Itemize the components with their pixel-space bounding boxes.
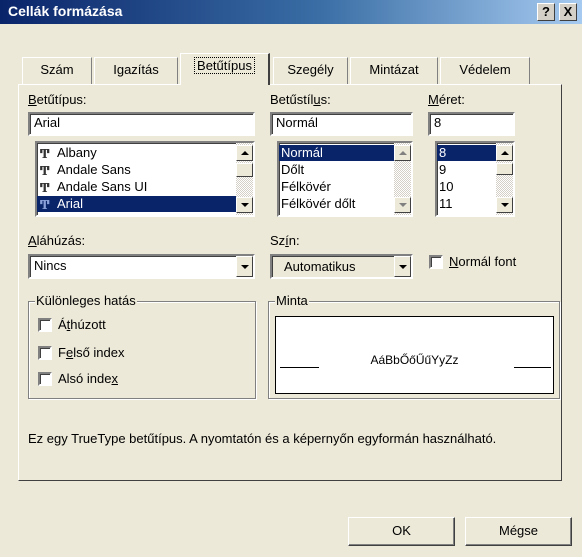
help-button[interactable]: ? bbox=[537, 3, 555, 21]
tab-number[interactable]: Szám bbox=[22, 57, 92, 84]
tab-label: Betűtípus bbox=[194, 57, 255, 74]
ok-button[interactable]: OK bbox=[348, 517, 455, 546]
tab-border[interactable]: Szegély bbox=[273, 57, 348, 84]
tab-patterns[interactable]: Mintázat bbox=[350, 57, 438, 84]
tab-alignment[interactable]: Igazítás bbox=[94, 57, 178, 84]
tab-label: Mintázat bbox=[369, 62, 419, 77]
tab-protection[interactable]: Védelem bbox=[440, 57, 530, 84]
title-bar[interactable]: Cellák formázása ? X bbox=[0, 0, 582, 24]
tab-panel bbox=[18, 84, 562, 481]
window-title: Cellák formázása bbox=[8, 3, 123, 19]
close-button[interactable]: X bbox=[559, 3, 577, 21]
tab-label: Szegély bbox=[287, 62, 334, 77]
format-cells-dialog: Cellák formázása ? X Szám Igazítás Betűt… bbox=[0, 0, 582, 557]
tab-font[interactable]: Betűtípus bbox=[180, 53, 270, 85]
tab-label: Védelem bbox=[459, 62, 511, 77]
tab-label: Szám bbox=[40, 62, 74, 77]
tab-label: Igazítás bbox=[113, 62, 159, 77]
cancel-button[interactable]: Mégse bbox=[465, 517, 572, 546]
